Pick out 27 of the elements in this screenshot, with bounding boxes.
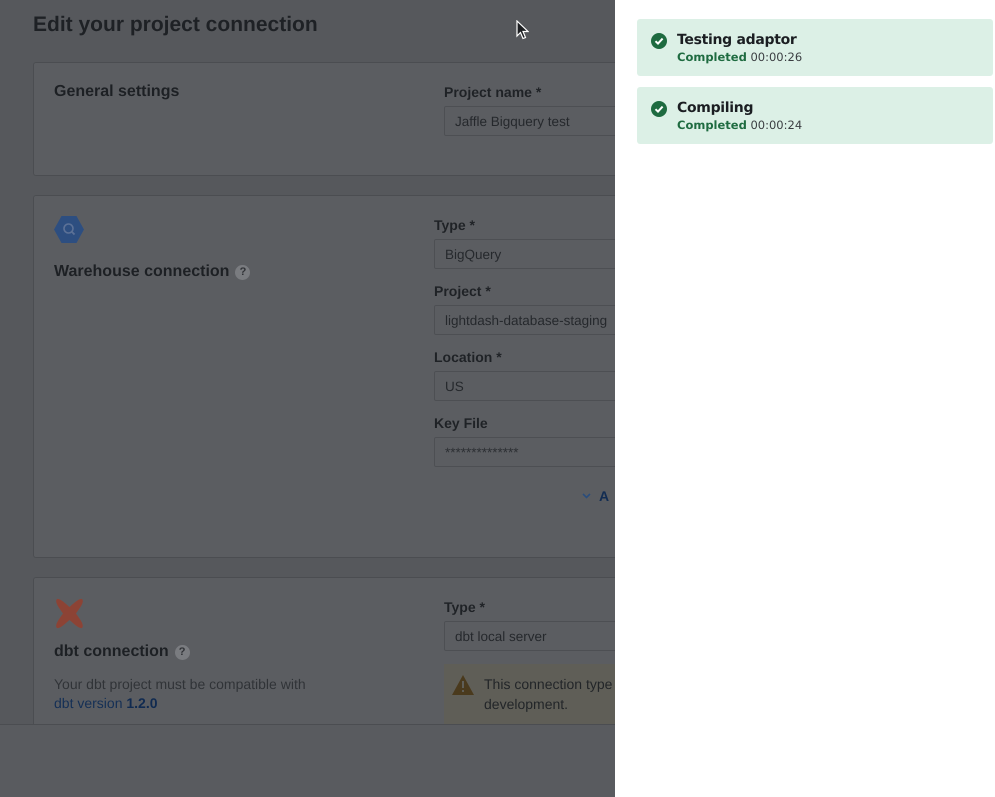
section-title: Warehouse connection	[54, 263, 230, 281]
input-field[interactable]: **************	[434, 437, 615, 467]
field-label: Type *	[444, 598, 486, 616]
page-title: Edit your project connection	[33, 12, 318, 38]
help-icon[interactable]: ?	[174, 644, 190, 660]
section-title: General settings	[54, 83, 180, 101]
check-circle-icon	[651, 101, 667, 117]
field-label: Key File	[434, 414, 489, 432]
field-label: Project *	[434, 282, 492, 300]
toast-title: Testing adaptor	[677, 32, 798, 48]
field-label: Type *	[434, 216, 476, 234]
toast-title: Compiling	[677, 100, 754, 116]
hexagon-icon	[54, 216, 84, 243]
toast-status: Completed 00:00:24	[677, 118, 802, 132]
field-label: Project name *	[444, 83, 542, 101]
field-label: Location *	[434, 348, 503, 366]
cursor-icon	[516, 20, 529, 40]
advanced-toggle[interactable]: A	[582, 488, 610, 504]
warning-icon	[452, 675, 474, 695]
warning-text: This connection type development.	[484, 675, 612, 714]
x-logo-icon	[54, 598, 85, 629]
chevron-down-icon	[582, 493, 591, 499]
check-circle-icon	[651, 33, 667, 49]
help-icon[interactable]: ?	[235, 264, 250, 280]
toast-status: Completed 00:00:26	[677, 50, 802, 64]
section-title: dbt connection	[54, 643, 169, 661]
version-link[interactable]: dbt version 1.2.0	[54, 695, 158, 711]
